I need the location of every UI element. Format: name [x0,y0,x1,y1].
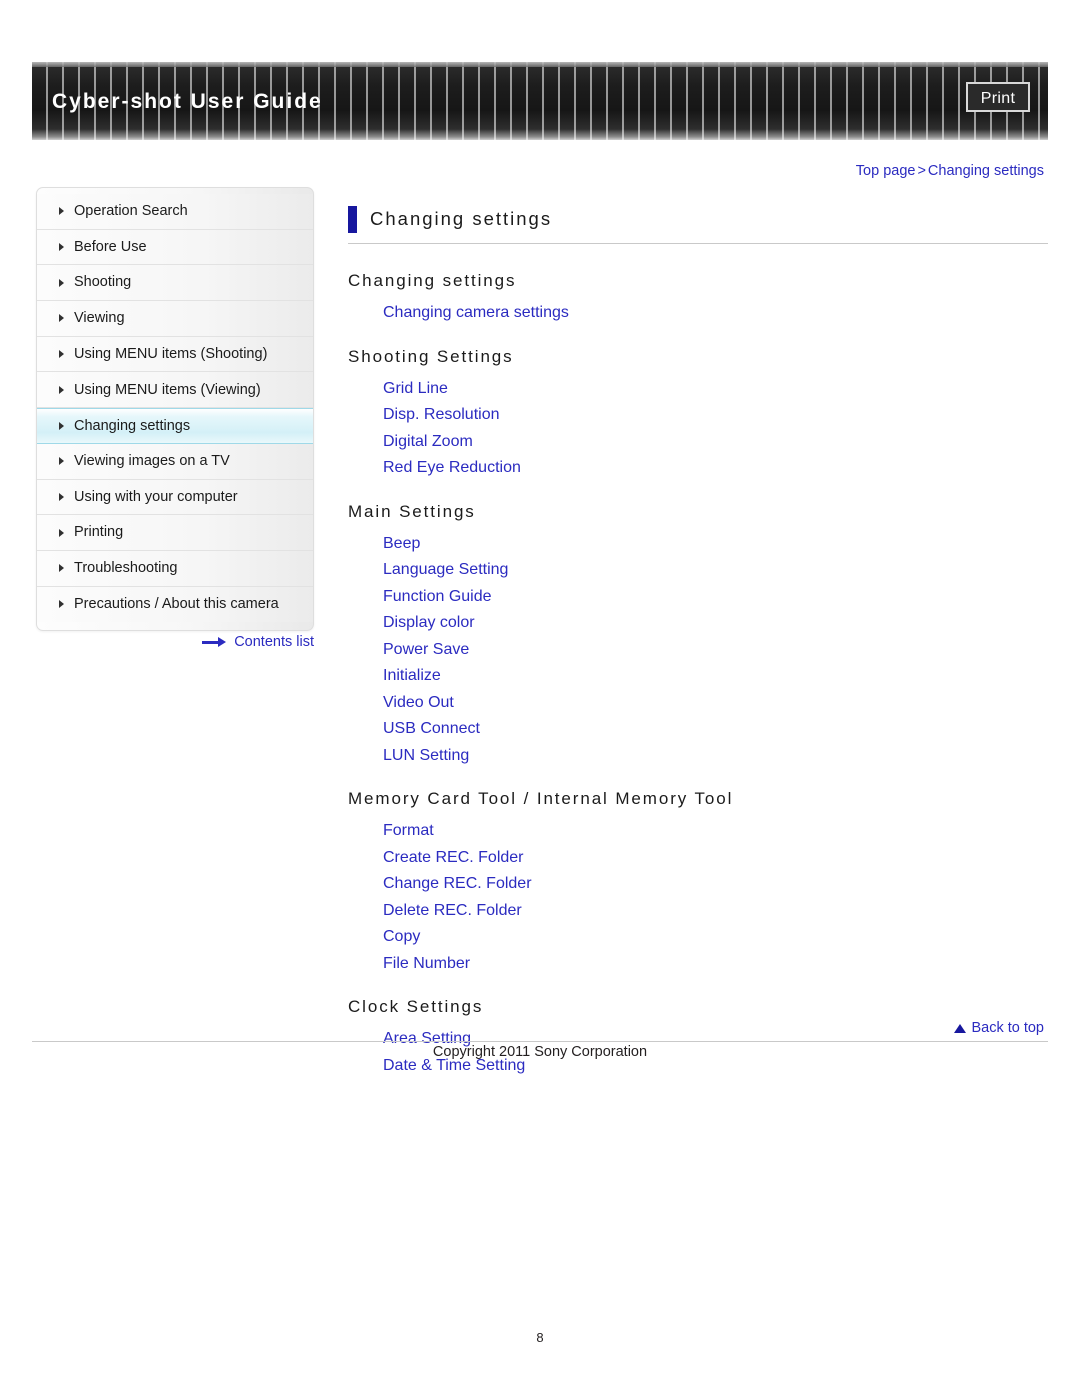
sidebar-item-label: Viewing [74,310,125,327]
toc-link[interactable]: Function Guide [383,584,1048,611]
toc-link[interactable]: Language Setting [383,557,1048,584]
toc-link[interactable]: USB Connect [383,716,1048,743]
sidebar-item-label: Using with your computer [74,488,238,505]
triangle-right-icon [59,457,64,466]
toc-link[interactable]: Display color [383,610,1048,637]
toc-link[interactable]: Create REC. Folder [383,845,1048,872]
sidebar-item-viewing[interactable]: Viewing [37,301,313,337]
triangle-right-icon [59,421,64,430]
sidebar-item-label: Using MENU items (Viewing) [74,381,261,398]
guide-page: Cyber-shot User Guide Print Top page > Cha… [0,0,1080,1397]
toc-link[interactable]: Power Save [383,637,1048,664]
sidebar-item-label: Precautions / About this camera [74,596,279,613]
print-button[interactable]: Print [966,82,1030,112]
app-title: Cyber-shot User Guide [52,90,323,113]
toc-section-heading: Main Settings [348,501,476,521]
arrow-right-icon [202,637,228,647]
header-banner: Cyber-shot User Guide Print [32,62,1048,140]
sidebar-item-precautions-about-this-camera[interactable]: Precautions / About this camera [37,586,313,623]
toc-link[interactable]: Grid Line [383,376,1048,403]
toc-section-heading: Changing settings [348,271,517,290]
breadcrumb-top-page[interactable]: Top page [856,163,916,179]
toc-section-heading: Clock Settings [348,997,484,1016]
main-content: Changing settings Changing settings Chang… [348,205,1048,1080]
page-number: 8 [536,1330,544,1345]
sidebar-item-label: Operation Search [74,203,188,220]
footer-divider [32,1041,1048,1042]
toc-link[interactable]: Digital Zoom [383,429,1048,456]
toc-link[interactable]: Disp. Resolution [383,402,1048,429]
sidebar-item-operation-search[interactable]: Operation Search [37,194,313,230]
toc-link[interactable]: Changing camera settings [383,300,1048,327]
toc-link[interactable]: LUN Setting [383,743,1048,770]
triangle-right-icon [59,564,64,573]
sidebar-item-changing-settings[interactable]: Changing settings [37,408,313,444]
triangle-right-icon [59,350,64,359]
toc-section-heading: Shooting Settings [348,346,514,366]
triangle-right-icon [59,600,64,609]
sidebar-item-label: Changing settings [74,417,191,434]
sidebar-item-label: Troubleshooting [74,559,178,576]
triangle-right-icon [59,528,64,537]
title-accent-bar [348,206,357,233]
toc-link[interactable]: Initialize [383,663,1048,690]
sidebar-item-label: Viewing images on a TV [74,452,230,469]
toc-section: Memory Card Tool / Internal Memory Tool F… [348,786,1048,977]
toc-link[interactable]: Copy [383,924,1048,951]
toc-section: Shooting Settings Grid Line Disp. Resoluti… [348,344,1048,482]
sidebar-item-using-menu-items-viewing[interactable]: Using MENU items (Viewing) [37,372,313,409]
toc-link[interactable]: Format [383,818,1048,845]
contents-list-link[interactable]: Contents list [36,634,314,650]
toc-section: Clock Settings Area Setting Date & Time Se… [348,994,1048,1079]
toc-link[interactable]: Video Out [383,690,1048,717]
sidebar-item-using-menu-items-shooting[interactable]: Using MENU items (Shooting) [37,336,313,373]
back-to-top-link[interactable]: Back to top [954,1020,1044,1036]
toc-link[interactable]: Beep [383,531,1048,558]
breadcrumb-current: Changing settings [927,163,1044,179]
triangle-right-icon [59,314,64,323]
triangle-right-icon [59,207,64,216]
toc-link[interactable]: Red Eye Reduction [383,455,1048,482]
sidebar-item-label: Printing [74,524,124,541]
triangle-right-icon [59,278,64,287]
toc-section: Main Settings Beep Language Setting Functio… [348,499,1048,770]
back-to-top-label: Back to top [971,1020,1044,1036]
sidebar-item-before-use[interactable]: Before Use [37,229,313,266]
breadcrumb-separator: > [917,163,926,179]
sidebar-item-printing[interactable]: Printing [37,515,313,551]
sidebar-item-label: Using MENU items (Shooting) [74,345,268,362]
triangle-right-icon [59,385,64,394]
toc-link[interactable]: Delete REC. Folder [383,898,1048,925]
table-of-contents: Changing settings Changing camera setting… [348,268,1048,1079]
copyright-text: Copyright 2011 Sony Corporation [432,1044,648,1060]
triangle-right-icon [59,492,64,501]
triangle-right-icon [59,243,64,252]
triangle-up-icon [954,1023,967,1033]
page-title: Changing settings [370,208,553,229]
page-title-block: Changing settings [348,205,1048,244]
toc-section-heading: Memory Card Tool / Internal Memory Tool [348,789,734,808]
sidebar-item-label: Shooting [74,274,132,291]
toc-section: Changing settings Changing camera setting… [348,268,1048,327]
sidebar-item-viewing-images-on-a-tv[interactable]: Viewing images on a TV [37,443,313,480]
sidebar-item-shooting[interactable]: Shooting [37,265,313,302]
breadcrumb: Top page > Changing settings [856,163,1044,179]
sidebar-nav: Operation Search Before Use Shooting Viewin… [36,187,314,632]
sidebar-item-label: Before Use [74,238,147,255]
toc-link[interactable]: File Number [383,951,1048,978]
sidebar-item-using-with-your-computer[interactable]: Using with your computer [37,479,313,516]
sidebar-item-troubleshooting[interactable]: Troubleshooting [37,550,313,587]
toc-link[interactable]: Change REC. Folder [383,871,1048,898]
contents-list-label: Contents list [234,634,314,650]
